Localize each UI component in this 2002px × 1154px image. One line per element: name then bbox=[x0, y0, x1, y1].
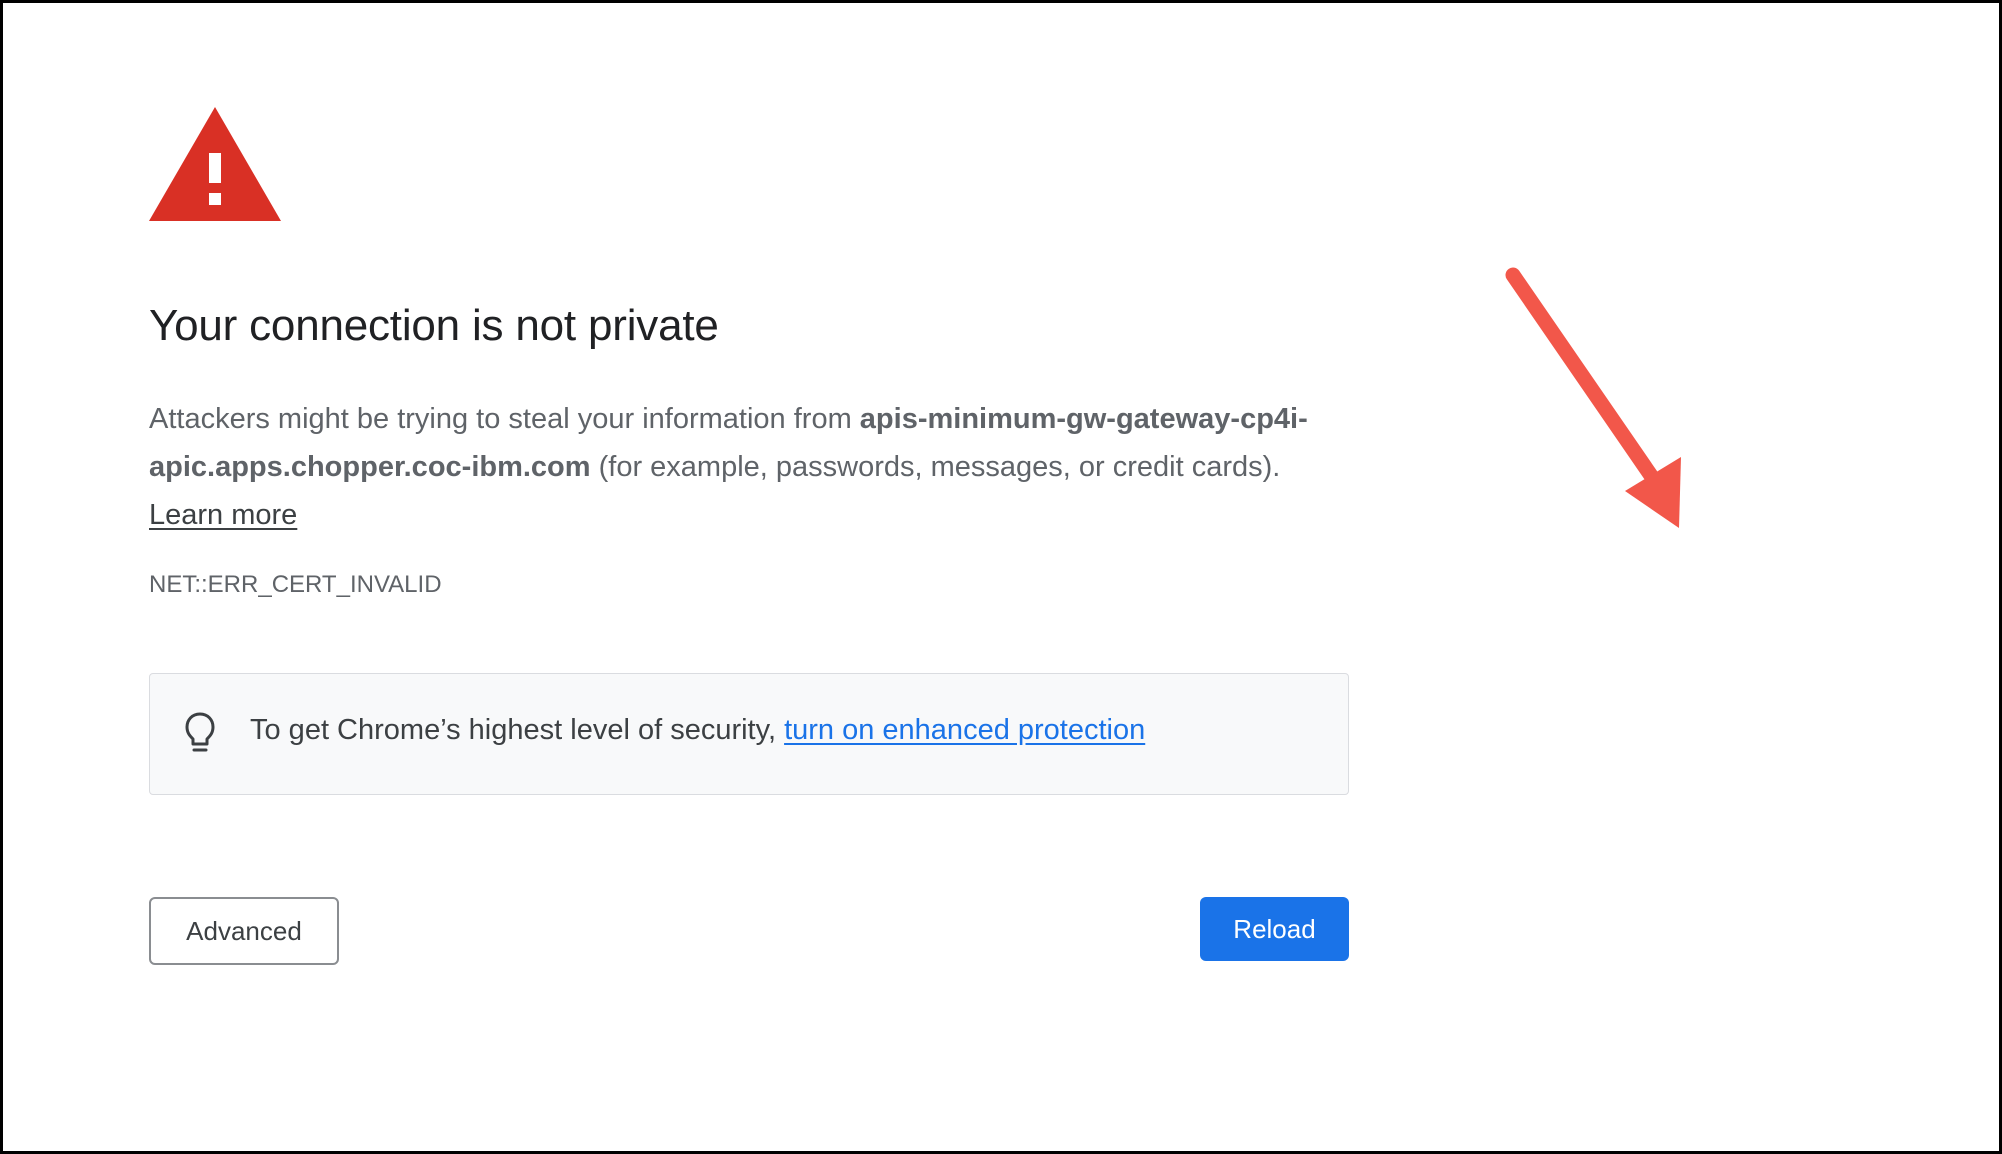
error-code: NET::ERR_CERT_INVALID bbox=[149, 571, 442, 598]
lightbulb-icon bbox=[185, 712, 215, 752]
warning-triangle-icon bbox=[149, 107, 281, 221]
tip-text: To get Chrome’s highest level of securit… bbox=[250, 714, 1145, 747]
learn-more-link[interactable]: Learn more bbox=[149, 499, 297, 531]
description-prefix: Attackers might be trying to steal your … bbox=[149, 403, 860, 435]
red-arrow-icon bbox=[1505, 267, 1681, 528]
reload-button[interactable]: Reload bbox=[1200, 897, 1349, 961]
warning-description: Attackers might be trying to steal your … bbox=[149, 395, 1359, 539]
tip-label: To get Chrome’s highest level of securit… bbox=[250, 714, 785, 746]
enhanced-protection-tip: To get Chrome’s highest level of securit… bbox=[149, 673, 1349, 795]
description-suffix: (for example, passwords, messages, or cr… bbox=[590, 451, 1281, 483]
enhanced-protection-link[interactable]: turn on enhanced protection bbox=[784, 714, 1145, 746]
advanced-button[interactable]: Advanced bbox=[149, 897, 339, 965]
browser-content-frame: Your connection is not private Attackers… bbox=[0, 0, 2002, 1154]
page-title: Your connection is not private bbox=[149, 301, 719, 350]
